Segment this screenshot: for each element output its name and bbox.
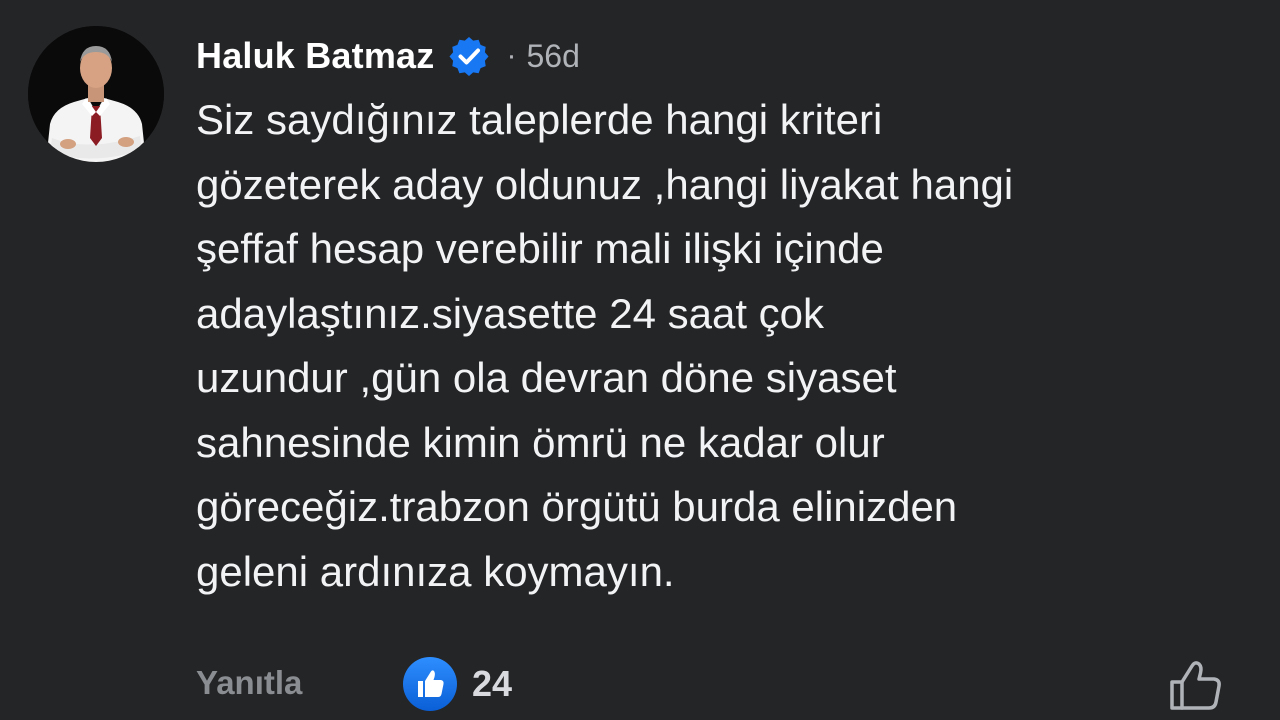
like-reaction-icon — [402, 656, 458, 712]
comment-line: göreceğiz.trabzon örgütü burda elinizden — [196, 483, 958, 530]
reply-button[interactable]: Yanıtla — [196, 664, 302, 702]
time-separator: · — [506, 39, 517, 72]
comment-screen: Haluk Batmaz · 56d Siz saydığınız talepl… — [0, 0, 1280, 720]
comment-line: geleni ardınıza koymayın. — [196, 547, 675, 595]
thumbs-up-outline-icon[interactable] — [1168, 658, 1224, 712]
like-count: 24 — [472, 663, 513, 704]
comment-line: adaylaştınız.siyasette 24 saat çok — [196, 289, 825, 337]
avatar-photo — [28, 26, 164, 162]
comment-time[interactable]: 56d — [526, 38, 579, 75]
comment-text: Siz saydığınız taleplerde hangi kriteri … — [196, 88, 1236, 604]
comment-line: şeffaf hesap verebilir mali ilişki içind… — [196, 225, 884, 272]
comment-line: sahnesinde kimin ömrü ne kadar olur — [196, 418, 885, 466]
comment-line: Siz saydığınız taleplerde hangi kriteri — [196, 96, 883, 143]
author-name[interactable]: Haluk Batmaz — [196, 35, 434, 77]
verified-badge-icon — [448, 35, 490, 77]
avatar[interactable] — [28, 26, 164, 162]
comment-header: Haluk Batmaz · 56d — [196, 28, 580, 84]
reaction-summary[interactable]: 24 — [402, 656, 512, 712]
comment-actions: Yanıtla 24 — [196, 652, 1236, 716]
comment-line: gözeterek aday oldunuz ,hangi liyakat ha… — [196, 160, 1014, 208]
comment-line: uzundur ,gün ola devran döne siyaset — [196, 354, 897, 401]
